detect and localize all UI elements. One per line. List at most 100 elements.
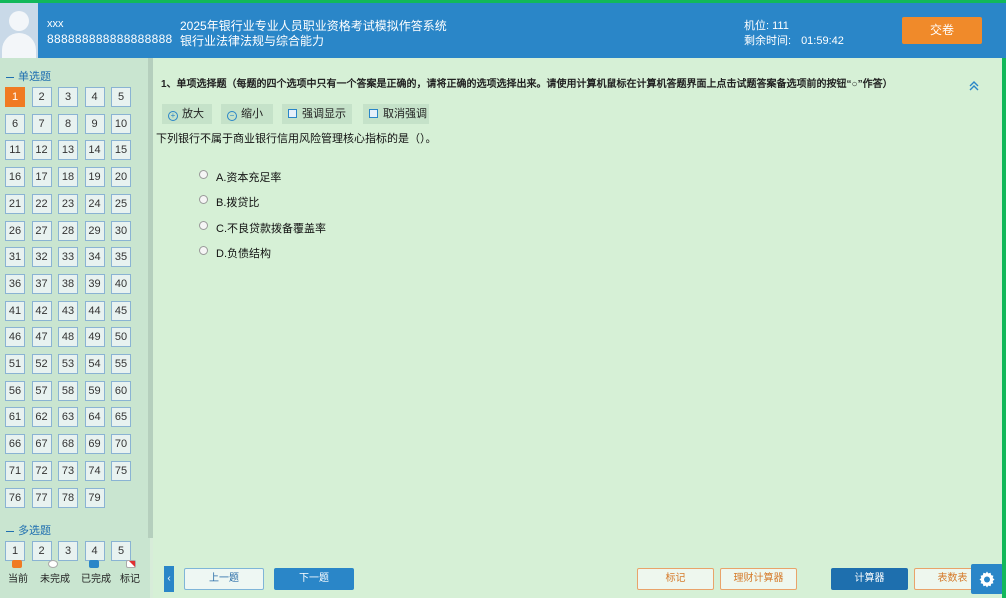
single-question-60[interactable]: 60 xyxy=(111,380,131,401)
single-question-74[interactable]: 74 xyxy=(84,460,105,481)
single-question-73[interactable]: 73 xyxy=(58,460,78,481)
single-question-37[interactable]: 37 xyxy=(31,273,52,294)
single-question-32[interactable]: 32 xyxy=(31,247,52,268)
single-question-54[interactable]: 54 xyxy=(84,354,105,374)
single-question-63[interactable]: 63 xyxy=(58,407,78,428)
single-question-64[interactable]: 64 xyxy=(84,407,105,428)
multi-question-4[interactable]: 4 xyxy=(84,541,105,561)
single-question-28[interactable]: 28 xyxy=(58,220,78,241)
single-question-2[interactable]: 2 xyxy=(31,87,52,107)
single-question-27[interactable]: 27 xyxy=(31,220,52,241)
single-question-59[interactable]: 59 xyxy=(84,380,105,401)
single-question-46[interactable]: 46 xyxy=(5,327,25,348)
prev-question-button[interactable]: 上一题 xyxy=(184,568,264,590)
single-question-57[interactable]: 57 xyxy=(31,380,52,401)
multi-question-2[interactable]: 2 xyxy=(31,541,52,561)
double-chevron-up-icon[interactable] xyxy=(969,80,979,94)
single-question-36[interactable]: 36 xyxy=(5,273,25,294)
single-question-44[interactable]: 44 xyxy=(84,300,105,321)
single-question-34[interactable]: 34 xyxy=(84,247,105,268)
single-question-51[interactable]: 51 xyxy=(5,354,25,374)
single-question-26[interactable]: 26 xyxy=(5,220,25,241)
single-question-71[interactable]: 71 xyxy=(5,460,25,481)
single-question-48[interactable]: 48 xyxy=(58,327,78,348)
radio-icon[interactable] xyxy=(199,246,208,255)
single-question-79[interactable]: 79 xyxy=(84,487,105,508)
single-question-6[interactable]: 6 xyxy=(5,113,25,134)
single-question-7[interactable]: 7 xyxy=(31,113,52,134)
single-question-69[interactable]: 69 xyxy=(84,434,105,455)
zoom-out-button[interactable]: − 缩小 xyxy=(221,104,273,124)
single-question-8[interactable]: 8 xyxy=(58,113,78,134)
single-question-30[interactable]: 30 xyxy=(111,220,131,241)
single-question-67[interactable]: 67 xyxy=(31,434,52,455)
single-question-16[interactable]: 16 xyxy=(5,167,25,188)
single-question-42[interactable]: 42 xyxy=(31,300,52,321)
single-question-1[interactable]: 1 xyxy=(5,87,25,107)
single-question-9[interactable]: 9 xyxy=(84,113,105,134)
finance-calculator-button[interactable]: 理财计算器 xyxy=(720,568,797,590)
single-question-62[interactable]: 62 xyxy=(31,407,52,428)
single-question-39[interactable]: 39 xyxy=(84,273,105,294)
single-question-29[interactable]: 29 xyxy=(84,220,105,241)
single-question-19[interactable]: 19 xyxy=(84,167,105,188)
single-question-13[interactable]: 13 xyxy=(58,140,78,161)
single-question-43[interactable]: 43 xyxy=(58,300,78,321)
single-question-70[interactable]: 70 xyxy=(111,434,131,455)
single-question-66[interactable]: 66 xyxy=(5,434,25,455)
single-question-11[interactable]: 11 xyxy=(5,140,25,161)
single-question-31[interactable]: 31 xyxy=(5,247,25,268)
highlight-button[interactable]: 强调显示 xyxy=(282,104,352,124)
single-question-35[interactable]: 35 xyxy=(111,247,131,268)
multi-question-5[interactable]: 5 xyxy=(111,541,131,561)
single-question-12[interactable]: 12 xyxy=(31,140,52,161)
single-question-68[interactable]: 68 xyxy=(58,434,78,455)
radio-icon[interactable] xyxy=(199,170,208,179)
mark-button[interactable]: 标记 xyxy=(637,568,714,590)
single-question-14[interactable]: 14 xyxy=(84,140,105,161)
unhighlight-button[interactable]: 取消强调 xyxy=(363,104,429,124)
single-question-4[interactable]: 4 xyxy=(84,87,105,107)
single-question-52[interactable]: 52 xyxy=(31,354,52,374)
single-question-40[interactable]: 40 xyxy=(111,273,131,294)
submit-exam-button[interactable]: 交卷 xyxy=(902,17,982,44)
single-question-58[interactable]: 58 xyxy=(58,380,78,401)
single-question-53[interactable]: 53 xyxy=(58,354,78,374)
single-question-75[interactable]: 75 xyxy=(111,460,131,481)
single-question-21[interactable]: 21 xyxy=(5,193,25,214)
multi-question-3[interactable]: 3 xyxy=(58,541,78,561)
single-question-25[interactable]: 25 xyxy=(111,193,131,214)
single-question-15[interactable]: 15 xyxy=(111,140,131,161)
single-question-20[interactable]: 20 xyxy=(111,167,131,188)
collapse-sidebar-icon[interactable]: ‹ xyxy=(164,566,174,592)
single-question-41[interactable]: 41 xyxy=(5,300,25,321)
single-question-61[interactable]: 61 xyxy=(5,407,25,428)
single-question-5[interactable]: 5 xyxy=(111,87,131,107)
single-question-3[interactable]: 3 xyxy=(58,87,78,107)
single-question-55[interactable]: 55 xyxy=(111,354,131,374)
single-question-47[interactable]: 47 xyxy=(31,327,52,348)
single-question-23[interactable]: 23 xyxy=(58,193,78,214)
single-question-77[interactable]: 77 xyxy=(31,487,52,508)
single-question-50[interactable]: 50 xyxy=(111,327,131,348)
radio-icon[interactable] xyxy=(199,195,208,204)
single-question-18[interactable]: 18 xyxy=(58,167,78,188)
multi-question-1[interactable]: 1 xyxy=(5,541,25,561)
calculator-button[interactable]: 计算器 xyxy=(831,568,908,590)
radio-icon[interactable] xyxy=(199,221,208,230)
single-question-10[interactable]: 10 xyxy=(111,113,131,134)
next-question-button[interactable]: 下一题 xyxy=(274,568,354,590)
single-question-17[interactable]: 17 xyxy=(31,167,52,188)
settings-button[interactable] xyxy=(971,564,1003,594)
single-question-78[interactable]: 78 xyxy=(58,487,78,508)
single-question-72[interactable]: 72 xyxy=(31,460,52,481)
single-question-33[interactable]: 33 xyxy=(58,247,78,268)
single-question-22[interactable]: 22 xyxy=(31,193,52,214)
single-question-56[interactable]: 56 xyxy=(5,380,25,401)
single-question-38[interactable]: 38 xyxy=(58,273,78,294)
single-question-65[interactable]: 65 xyxy=(111,407,131,428)
single-question-49[interactable]: 49 xyxy=(84,327,105,348)
single-question-45[interactable]: 45 xyxy=(111,300,131,321)
zoom-in-button[interactable]: + 放大 xyxy=(162,104,212,124)
single-question-24[interactable]: 24 xyxy=(84,193,105,214)
